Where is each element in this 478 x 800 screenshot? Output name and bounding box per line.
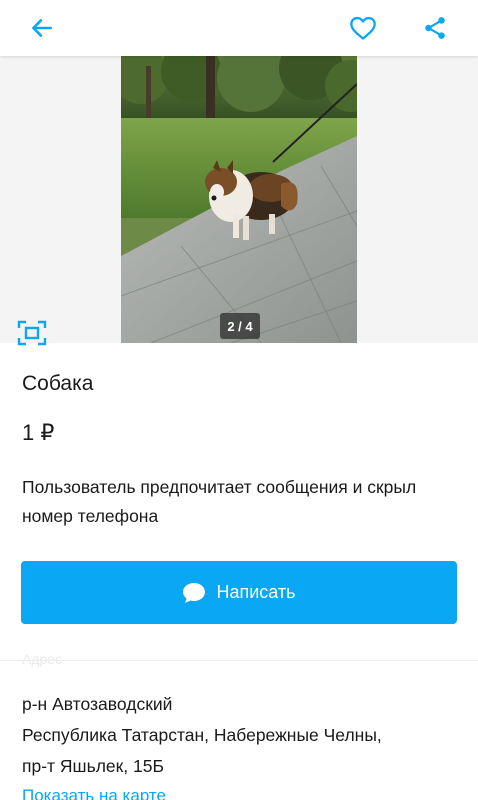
share-button[interactable] — [411, 4, 459, 52]
fullscreen-button[interactable] — [14, 318, 50, 348]
dog-photo — [121, 56, 357, 343]
listing-photo[interactable] — [121, 56, 357, 343]
address-district: р-н Автозаводский — [22, 694, 173, 714]
address-city: Республика Татарстан, Набережные Челны, — [22, 725, 382, 745]
chat-bubble-icon — [182, 582, 206, 604]
write-message-label: Написать — [216, 582, 296, 602]
favorite-button[interactable] — [339, 4, 387, 52]
section-label: Адрес — [22, 651, 63, 667]
photo-gallery[interactable]: 2 / 4 — [0, 56, 478, 346]
fullscreen-icon — [17, 320, 47, 346]
listing-title: Собака — [22, 372, 94, 395]
heart-outline-icon — [350, 16, 376, 40]
contact-preference-notice: Пользователь предпочитает сообщения и ск… — [22, 477, 417, 526]
address-street: пр-т Яшьлек, 15Б — [22, 756, 164, 776]
divider — [0, 660, 478, 661]
top-app-bar — [0, 0, 478, 56]
address-block: р-н Автозаводский Республика Татарстан, … — [22, 689, 462, 782]
listing-price: 1 ₽ — [22, 420, 55, 445]
show-on-map-link[interactable]: Показать на карте — [22, 786, 166, 800]
write-message-button[interactable]: Написать — [21, 561, 457, 624]
back-button[interactable] — [18, 4, 66, 52]
photo-counter: 2 / 4 — [220, 313, 260, 339]
arrow-left-icon — [32, 19, 52, 37]
share-icon — [425, 17, 445, 39]
